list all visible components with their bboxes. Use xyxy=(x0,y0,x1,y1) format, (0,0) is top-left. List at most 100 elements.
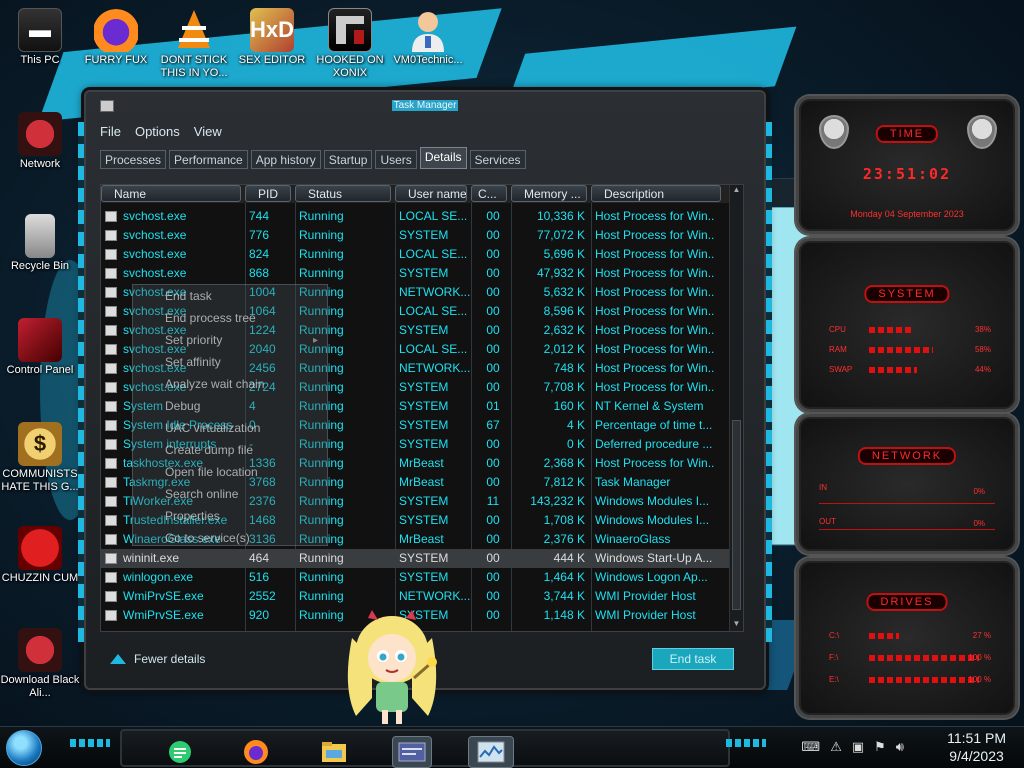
window-app-icon[interactable] xyxy=(392,736,432,768)
vertical-scrollbar[interactable]: ▲ ▼ xyxy=(729,185,743,631)
tab-details[interactable]: Details xyxy=(419,147,467,169)
process-user: MrBeast xyxy=(399,456,444,470)
desktop-icon-this-pc[interactable]: ▬ This PC xyxy=(0,8,80,67)
column-header-username[interactable]: User name xyxy=(395,185,467,202)
bookmark-icon[interactable]: ⚠ xyxy=(830,739,842,755)
process-description: WMI Provider Host xyxy=(595,589,696,603)
process-icon xyxy=(105,401,117,412)
column-header-status[interactable]: Status xyxy=(295,185,391,202)
process-description: Host Process for Win... xyxy=(595,228,715,242)
end-task-button[interactable]: End task xyxy=(652,648,734,670)
process-memory: 160 K xyxy=(553,399,585,413)
table-row[interactable]: winlogon.exe 516 Running SYSTEM 00 1,464 K Win… xyxy=(101,568,729,587)
desktop-icon-label: COMMUNISTS HATE THIS G... xyxy=(1,468,79,493)
network-value: 0% xyxy=(973,519,985,528)
process-cpu: 00 xyxy=(486,266,500,280)
process-memory: 3,744 K xyxy=(543,589,585,603)
desktop-icon-control-panel[interactable]: Control Panel xyxy=(0,318,80,377)
menu-view[interactable]: View xyxy=(194,124,222,139)
tab-users[interactable]: Users xyxy=(375,150,417,169)
desktop-icon-communists[interactable]: $ COMMUNISTS HATE THIS G... xyxy=(0,422,80,494)
scroll-up-arrow-icon[interactable]: ▲ xyxy=(730,185,743,197)
desktop-icon-vm0technic[interactable]: VM0Technic... xyxy=(388,8,468,67)
table-row[interactable]: svchost.exe 776 Running SYSTEM 00 77,072 K Hos… xyxy=(101,226,729,245)
menu-options[interactable]: Options xyxy=(135,124,180,139)
desktop-icon-recycle-bin[interactable]: Recycle Bin xyxy=(0,214,80,273)
process-cpu: 00 xyxy=(486,304,500,318)
menu-file[interactable]: File xyxy=(100,124,121,139)
process-memory: 7,708 K xyxy=(543,380,585,394)
keyboard-icon[interactable]: ⌨ xyxy=(801,739,820,755)
tab-startup[interactable]: Startup xyxy=(323,150,373,169)
file-explorer-icon[interactable] xyxy=(318,736,350,768)
desktop-icon-xonix[interactable]: HOOKED ON XONIX xyxy=(310,8,390,80)
scroll-down-arrow-icon[interactable]: ▼ xyxy=(730,619,743,631)
fewer-details-button[interactable]: Fewer details xyxy=(110,652,205,666)
process-memory: 748 K xyxy=(553,361,585,375)
process-description: Windows Modules I... xyxy=(595,494,710,508)
volume-icon[interactable]: 🔊︎ xyxy=(896,739,904,755)
firefox-icon[interactable] xyxy=(240,736,272,768)
drives-gadget[interactable]: DRIVES C:\ 27 % F:\ 100 % E:\ 100 % xyxy=(796,558,1018,718)
sticky-notes-icon[interactable] xyxy=(164,736,196,768)
process-memory: 8,596 K xyxy=(543,304,585,318)
table-row[interactable]: svchost.exe 744 Running LOCAL SE... 00 10,336… xyxy=(101,207,729,226)
flag-icon[interactable]: ⚑ xyxy=(874,739,886,755)
tab-services[interactable]: Services xyxy=(469,150,526,169)
column-headers: Name PID Status User name C... Memory ..… xyxy=(101,185,729,203)
process-icon xyxy=(105,477,117,488)
column-header-cpu[interactable]: C... xyxy=(471,185,507,202)
table-row[interactable]: wininit.exe 464 Running SYSTEM 00 444 K Window… xyxy=(101,549,729,568)
process-icon xyxy=(105,344,117,355)
process-cpu: 00 xyxy=(486,361,500,375)
system-gadget[interactable]: SYSTEM CPU 38% RAM 58% SWAP 44% xyxy=(796,238,1018,412)
tab-app-history[interactable]: App history xyxy=(250,150,321,169)
process-status: Running xyxy=(299,209,344,223)
scrollbar-thumb[interactable] xyxy=(732,420,741,610)
process-cpu: 00 xyxy=(486,228,500,242)
desktop-icon-label: CHUZZIN CUM xyxy=(1,572,79,584)
process-description: Host Process for Win... xyxy=(595,342,715,356)
desktop-icon-chuzzin[interactable]: CHUZZIN CUM xyxy=(0,526,80,585)
process-icon xyxy=(105,458,117,469)
network-gadget[interactable]: NETWORK IN 0% OUT 0% xyxy=(796,414,1018,554)
doctor-icon xyxy=(406,8,450,52)
process-description: Task Manager xyxy=(595,475,671,489)
table-row[interactable]: svchost.exe 868 Running SYSTEM 00 47,932 K Hos… xyxy=(101,264,729,283)
process-status: Running xyxy=(299,551,344,565)
process-description: WinaeroGlass xyxy=(595,532,671,546)
desktop-icon-label: HOOKED ON XONIX xyxy=(316,54,384,79)
context-menu-item: Create dump file xyxy=(165,443,254,457)
process-cpu: 00 xyxy=(486,475,500,489)
network-status-icon[interactable]: ▣ xyxy=(852,739,864,755)
tab-bar: Processes Performance App history Startu… xyxy=(100,147,526,169)
column-header-name[interactable]: Name xyxy=(101,185,241,202)
vlc-icon xyxy=(172,8,216,52)
process-user: LOCAL SE... xyxy=(399,247,468,261)
process-name: svchost.exe xyxy=(101,245,245,264)
title-bar[interactable]: Task Manager xyxy=(86,94,764,120)
process-user: SYSTEM xyxy=(399,513,449,527)
desktop-icon-furry-fux[interactable]: FURRY FUX xyxy=(76,8,156,67)
table-row[interactable]: svchost.exe 824 Running LOCAL SE... 00 5,696 … xyxy=(101,245,729,264)
column-header-description[interactable]: Description xyxy=(591,185,721,202)
taskbar-clock[interactable]: 11:51 PM 9/4/2023 xyxy=(947,729,1006,765)
process-cpu: 01 xyxy=(486,399,500,413)
task-manager-icon[interactable] xyxy=(468,736,514,768)
desktop-icon-vlc[interactable]: DONT STICK THIS IN YO... xyxy=(154,8,234,80)
tab-performance[interactable]: Performance xyxy=(169,150,248,169)
column-header-memory[interactable]: Memory ... xyxy=(511,185,587,202)
desktop-icon-network[interactable]: Network xyxy=(0,112,80,171)
desktop-icon-label: Control Panel xyxy=(6,364,74,376)
process-icon xyxy=(105,553,117,564)
desktop-icon-black-alien[interactable]: Download Black Ali... xyxy=(0,628,80,700)
drive-label: C:\ xyxy=(829,631,840,640)
desktop-icon-sex-editor[interactable]: HxD SEX EDITOR xyxy=(232,8,312,67)
process-memory: 77,072 K xyxy=(536,228,585,242)
clock-gadget[interactable]: TIME 23:51:02 Monday 04 September 2023 xyxy=(796,96,1018,234)
tab-processes[interactable]: Processes xyxy=(100,150,167,169)
process-user: SYSTEM xyxy=(399,323,449,337)
start-button[interactable] xyxy=(6,730,42,766)
process-memory: 0 K xyxy=(566,437,585,451)
column-header-pid[interactable]: PID xyxy=(245,185,291,202)
